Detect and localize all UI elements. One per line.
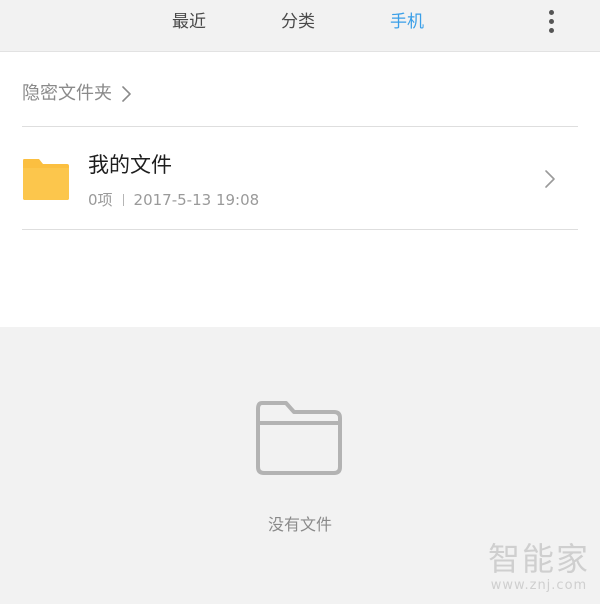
hidden-folder-label: 隐密文件夹 — [22, 83, 112, 104]
watermark-url: www.znj.com — [490, 578, 588, 593]
tab-category[interactable]: 分类 — [281, 10, 315, 34]
more-options-button[interactable] — [538, 8, 564, 36]
folder-meta: 0项 2017-5-13 19:08 — [88, 189, 259, 211]
watermark-logo: 智能家 www.znj.com — [484, 540, 594, 594]
chevron-right-icon — [122, 86, 131, 102]
empty-state: 没有文件 智能家 www.znj.com — [0, 327, 600, 604]
hidden-folder-link[interactable]: 隐密文件夹 — [22, 80, 136, 108]
folder-row-my-files[interactable]: 我的文件 0项 2017-5-13 19:08 — [0, 127, 600, 229]
top-tab-bar: 最近 分类 手机 — [0, 0, 600, 52]
folder-modified-date: 2017-5-13 19:08 — [133, 191, 260, 209]
empty-folder-icon — [256, 401, 342, 475]
tab-recent[interactable]: 最近 — [172, 10, 206, 34]
folder-item-count: 0项 — [88, 191, 113, 209]
meta-separator — [122, 194, 124, 206]
empty-state-text: 没有文件 — [267, 515, 332, 534]
chevron-right-icon — [545, 170, 555, 188]
divider — [22, 229, 578, 230]
watermark-logo-text: 智能家 — [487, 540, 590, 578]
folder-icon — [23, 159, 69, 200]
tab-phone[interactable]: 手机 — [390, 10, 424, 34]
folder-name: 我的文件 — [88, 153, 172, 177]
more-vertical-icon — [549, 10, 554, 15]
